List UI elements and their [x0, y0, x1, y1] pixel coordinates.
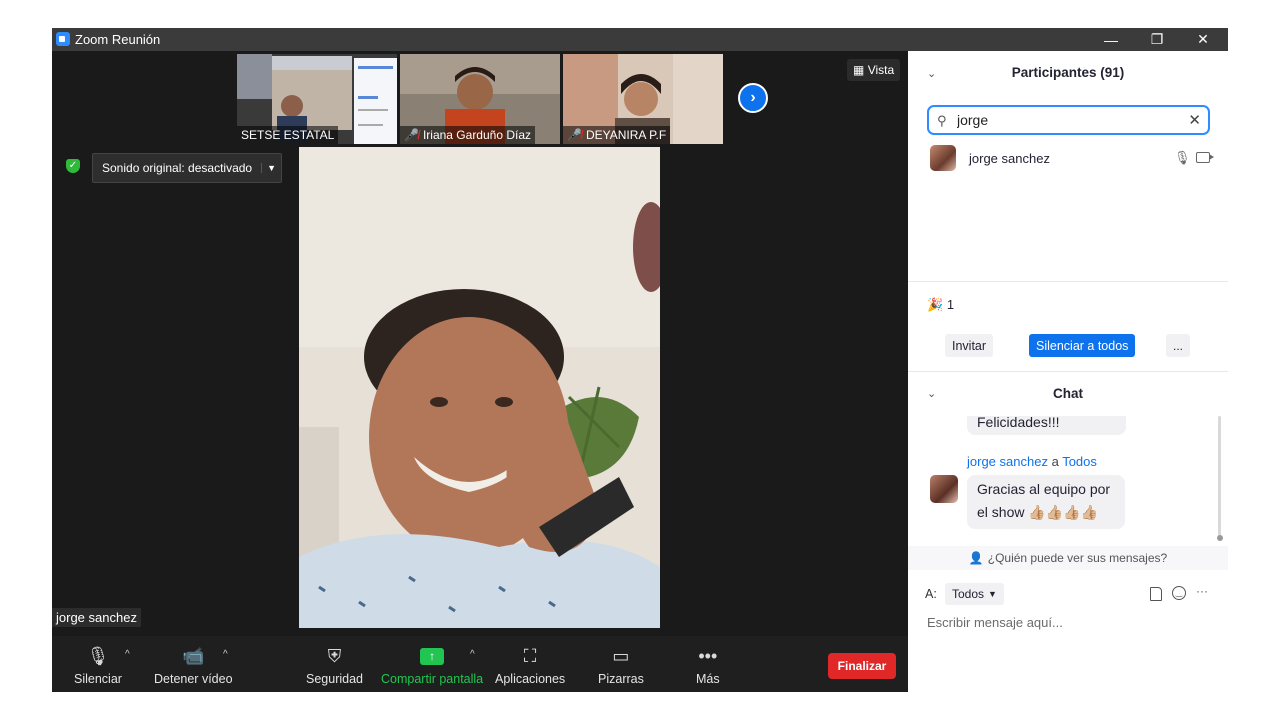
share-screen-button[interactable]: ↑ Compartir pantalla: [381, 644, 483, 686]
participant-search-box[interactable]: ⚲ ✕: [927, 105, 1210, 135]
message-recipient[interactable]: Todos: [1062, 454, 1097, 469]
chat-scrollbar[interactable]: [1218, 416, 1221, 541]
message-privacy-link[interactable]: 👤 ¿Quién puede ver sus mensajes?: [908, 546, 1228, 570]
whiteboard-icon: ▭: [612, 645, 630, 666]
minimize-button[interactable]: —: [1088, 28, 1134, 51]
side-panel: ⌄ Participantes (91) ⚲ ✕ jorge sanchez 🎙…: [908, 51, 1228, 692]
share-screen-icon: ↑: [420, 647, 445, 665]
chevron-down-icon[interactable]: ▼: [261, 163, 281, 173]
file-icon[interactable]: [1150, 587, 1162, 601]
next-page-arrow-icon[interactable]: ›: [738, 83, 768, 113]
message-sender[interactable]: jorge sanchez: [967, 454, 1048, 469]
participant-thumbnail[interactable]: 🎤̸ DEYANIRA P.F: [563, 54, 723, 144]
window-title: Zoom Reunión: [75, 32, 161, 47]
security-button[interactable]: ⛨ Seguridad: [306, 644, 363, 687]
chat-more-icon[interactable]: ···: [1196, 584, 1208, 598]
thumbnail-name-label: 🎤̸ Iriana Garduño Díaz: [400, 126, 536, 144]
view-button[interactable]: ▦ Vista: [847, 59, 901, 81]
avatar: [930, 475, 958, 503]
party-popper-icon: 🎉: [927, 297, 944, 312]
shield-icon: ⛨: [327, 645, 342, 666]
divider: [908, 371, 1228, 372]
participant-thumbnail[interactable]: 🎤̸ Iriana Garduño Díaz: [400, 54, 560, 144]
chat-message-bubble: Gracias al equipo por el show 👍🏼👍🏼👍🏼👍🏼: [967, 475, 1125, 529]
whiteboards-button[interactable]: ▭ Pizarras: [598, 644, 644, 687]
muted-mic-icon: 🎤̸: [404, 128, 419, 142]
chat-messages: Felicidades!!! jorge sanchez a Todos Gra…: [908, 416, 1228, 546]
video-area: SETSE ESTATAL 🎤̸ Iriana Garduño Díaz 🎤̸ DE…: [52, 51, 908, 636]
more-options-button[interactable]: ...: [1166, 334, 1190, 357]
original-sound-button[interactable]: Sonido original: desactivado ▼: [92, 153, 283, 183]
chat-message-bubble: Felicidades!!!: [967, 416, 1126, 435]
person-icon: 👤: [968, 551, 984, 565]
title-bar: Zoom Reunión — ❐ ✕: [52, 28, 1228, 51]
apps-button[interactable]: ⛶ Aplicaciones: [495, 644, 565, 687]
divider: [908, 281, 1228, 282]
share-options-chevron-icon[interactable]: ^: [470, 649, 475, 660]
recipient-select[interactable]: Todos ▼: [945, 583, 1004, 605]
close-button[interactable]: ✕: [1180, 28, 1226, 51]
video-camera-icon[interactable]: [1196, 152, 1214, 163]
microphone-icon: 🎙: [86, 645, 110, 666]
chat-title: Chat: [1053, 386, 1083, 401]
more-dots-icon: •••: [698, 645, 718, 666]
message-sender-line: jorge sanchez a Todos: [967, 454, 1097, 469]
reaction-counter: 🎉 1: [927, 297, 955, 312]
grid-icon: ▦: [853, 63, 865, 77]
microphone-icon[interactable]: 🎙: [1174, 150, 1191, 166]
search-icon: ⚲: [937, 113, 947, 128]
video-options-chevron-icon[interactable]: ^: [223, 649, 228, 660]
participant-name: jorge sanchez: [969, 151, 1050, 166]
meeting-toolbar: 🎙 Silenciar ^ 📹 Detener vídeo ^ ⛨ Seguri…: [52, 636, 908, 692]
thumbnail-name-label: SETSE ESTATAL: [237, 126, 339, 144]
end-meeting-button[interactable]: Finalizar: [828, 653, 896, 679]
more-button[interactable]: ••• Más: [696, 644, 720, 687]
apps-icon: ⛶: [523, 645, 537, 666]
speaker-video-frame: [299, 147, 660, 628]
chevron-down-icon: ▼: [988, 589, 997, 599]
scrollbar-thumb[interactable]: [1217, 535, 1223, 541]
participant-thumbnail[interactable]: SETSE ESTATAL: [237, 54, 397, 144]
active-speaker-video: [299, 147, 660, 628]
participant-search-input[interactable]: [955, 111, 1179, 129]
recipient-label: A:: [925, 587, 937, 601]
encryption-shield-icon: ✓: [66, 159, 80, 173]
muted-mic-icon: 🎤̸: [567, 128, 582, 142]
mute-button[interactable]: 🎙 Silenciar: [74, 644, 122, 687]
mute-all-button[interactable]: Silenciar a todos: [1029, 334, 1136, 357]
emoji-icon[interactable]: ‿: [1172, 586, 1186, 600]
clear-search-icon[interactable]: ✕: [1188, 111, 1201, 129]
restore-button[interactable]: ❐: [1134, 28, 1180, 51]
participants-title: Participantes (91): [1011, 65, 1125, 80]
avatar: [930, 145, 956, 171]
video-camera-icon: 📹: [182, 645, 205, 666]
audio-options-chevron-icon[interactable]: ^: [125, 649, 130, 660]
zoom-logo-icon: [56, 32, 70, 46]
thumbnail-name-label: 🎤̸ DEYANIRA P.F: [563, 126, 671, 144]
stop-video-button[interactable]: 📹 Detener vídeo: [154, 644, 233, 687]
speaker-name-tag: jorge sanchez: [52, 608, 141, 627]
invite-button[interactable]: Invitar: [945, 334, 994, 357]
chat-message-input[interactable]: [925, 614, 1219, 631]
